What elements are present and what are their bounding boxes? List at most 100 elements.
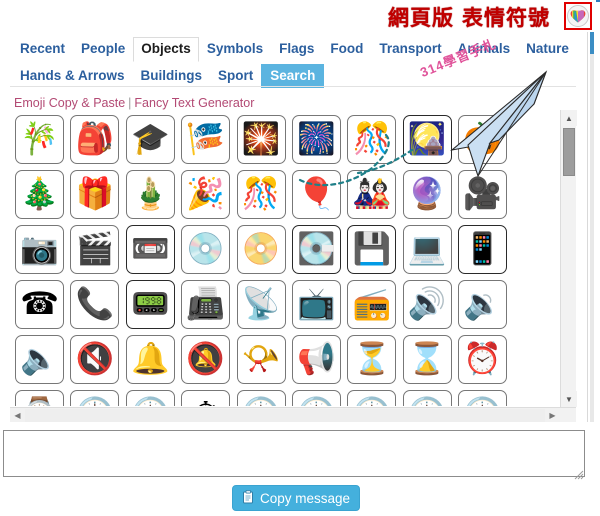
emoji-cell-satellite-antenna[interactable]: 📡 (236, 280, 286, 329)
tab-symbols[interactable]: Symbols (199, 37, 271, 62)
scroll-left-arrow-icon[interactable]: ◀ (10, 408, 25, 422)
emoji-cell-clock-twelve[interactable]: 🕛 (70, 390, 120, 407)
emoji-cell-clock-four[interactable]: 🕓 (347, 390, 397, 407)
emoji-cell-radio[interactable]: 📻 (347, 280, 397, 329)
emoji-cell-postal-horn[interactable]: 📯 (236, 335, 286, 384)
message-textarea[interactable] (3, 430, 585, 477)
emoji-cell-clock-six[interactable]: 🕕 (458, 390, 508, 406)
firework-sparkler-icon: 🎆 (297, 121, 336, 157)
rainbow-heart-icon-box[interactable] (564, 2, 592, 30)
tab-hands-and-arrows[interactable]: Hands & Arrows (12, 64, 133, 89)
clock-twelve-icon: 🕛 (76, 399, 115, 407)
emoji-cell-dvd[interactable]: 📀 (236, 225, 286, 274)
emoji-cell-clock-three[interactable]: 🕒 (291, 390, 341, 406)
emoji-cell-minidisc[interactable]: 💽 (291, 225, 341, 274)
clipboard-icon (242, 489, 255, 507)
tab-sport[interactable]: Sport (210, 64, 261, 89)
scroll-up-arrow-icon[interactable]: ▲ (561, 110, 577, 126)
loudspeaker-icon: 📢 (297, 341, 336, 377)
emoji-cell-balloon[interactable]: 🎈 (291, 170, 341, 219)
emoji-cell-pine-decoration[interactable]: 🎍 (125, 170, 175, 219)
hourglass-done-icon: ⌛ (407, 341, 447, 377)
emoji-grid-horizontal-scrollbar[interactable]: ◀ ▶ (10, 407, 576, 422)
tab-objects[interactable]: Objects (133, 37, 199, 62)
emoji-cell-crystal-ball[interactable]: 🔮 (402, 170, 452, 219)
nav-divider (10, 86, 576, 87)
emoji-cell-loudspeaker[interactable]: 📢 (291, 335, 341, 384)
tab-nature[interactable]: Nature (518, 37, 577, 62)
scrollbar-corner (560, 408, 576, 422)
emoji-grid-vertical-scrollbar[interactable]: ▲ ▼ (560, 110, 577, 407)
copy-message-button[interactable]: Copy message (232, 485, 360, 511)
emoji-cell-crossed-flags[interactable]: 🎎 (347, 170, 397, 219)
emoji-cell-christmas-tree[interactable]: 🎄 (15, 170, 64, 219)
emoji-cell-carp-streamer[interactable]: 🎏 (181, 115, 231, 164)
tab-transport[interactable]: Transport (371, 37, 449, 62)
scroll-down-arrow-icon[interactable]: ▼ (561, 391, 577, 407)
tab-food[interactable]: Food (322, 37, 371, 62)
tab-search[interactable]: Search (261, 63, 325, 88)
emoji-cell-speaker-high-volume[interactable]: 🔊 (402, 280, 452, 329)
emoji-cell-confetti-streamers[interactable]: 🎊 (236, 170, 286, 219)
emoji-cell-clock-one[interactable]: 🕐 (125, 390, 175, 406)
emoji-cell-clapper-board[interactable]: 🎬 (70, 225, 120, 274)
emoji-cell-clock-two[interactable]: 🕑 (236, 390, 286, 406)
emoji-cell-graduation-cap[interactable]: 🎓 (125, 115, 175, 164)
emoji-cell-bell-with-slash[interactable]: 🔕 (181, 335, 231, 384)
emoji-cell-clock-five[interactable]: 🕔 (402, 390, 452, 406)
emoji-cell-sparkler[interactable]: 🎇 (236, 115, 286, 164)
emoji-cell-telephone[interactable]: ☎ (15, 280, 64, 329)
radio-icon: 📻 (352, 286, 392, 322)
emoji-cell-pager[interactable]: 📟 (125, 280, 175, 329)
camera-icon: 📷 (20, 231, 59, 267)
emoji-cell-hourglass-done[interactable]: ⌛ (402, 335, 452, 384)
emoji-cell-wrapped-gift[interactable]: 🎁 (70, 170, 120, 219)
emoji-cell-camera[interactable]: 📷 (15, 225, 64, 274)
emoji-cell-jack-o-lantern[interactable]: 🎃 (458, 115, 508, 164)
emoji-cell-floppy-disk[interactable]: 💾 (347, 225, 397, 274)
jack-o-lantern-icon: 🎃 (463, 121, 502, 157)
page-header: 網頁版 表情符號 (0, 0, 600, 32)
emoji-cell-optical-disk[interactable]: 💿 (181, 225, 231, 274)
emoji-cell-watch[interactable]: ⌚ (15, 390, 64, 406)
emoji-cell-videocassette[interactable]: 📼 (125, 225, 175, 274)
tab-animals[interactable]: Animals (450, 37, 519, 62)
emoji-cell-alarm-clock[interactable]: ⏰ (458, 335, 508, 384)
tab-buildings[interactable]: Buildings (133, 64, 211, 89)
page-scroll-track[interactable] (590, 32, 594, 422)
satellite-antenna-icon: 📡 (241, 286, 281, 322)
clapper-board-icon: 🎬 (75, 231, 115, 267)
emoji-cell-firework-sparkler[interactable]: 🎆 (291, 115, 341, 164)
category-tabs: Recent People Objects Symbols Flags Food… (0, 32, 587, 88)
emoji-cell-bell[interactable]: 🔔 (125, 335, 175, 384)
stopwatch-icon: ⏱ (194, 399, 218, 407)
emoji-cell-speaker-medium-volume[interactable]: 🔉 (458, 280, 508, 329)
tab-recent[interactable]: Recent (12, 37, 73, 62)
emoji-cell-school-backpack[interactable]: 🎒 (70, 115, 120, 164)
link-emoji-copy-paste[interactable]: Emoji Copy & Paste (14, 96, 125, 110)
clock-four-icon: 🕓 (353, 399, 392, 407)
horizontal-scroll-track[interactable] (25, 409, 545, 422)
emoji-cell-laptop[interactable]: 💻 (402, 225, 452, 274)
emoji-cell-moon-viewing-ceremony[interactable]: 🎑 (402, 115, 452, 164)
emoji-cell-stopwatch[interactable]: ⏱ (181, 390, 231, 407)
emoji-cell-speaker-low-volume[interactable]: 🔈 (15, 335, 64, 384)
page-scroll-thumb[interactable] (590, 32, 594, 54)
emoji-cell-tanabata-tree[interactable]: 🎋 (15, 115, 64, 164)
emoji-cell-muted-speaker[interactable]: 🔇 (70, 335, 120, 384)
emoji-cell-confetti-ball[interactable]: 🎊 (347, 115, 397, 164)
emoji-cell-movie-camera[interactable]: 🎥 (458, 170, 508, 219)
emoji-cell-party-popper[interactable]: 🎉 (181, 170, 231, 219)
tab-people[interactable]: People (73, 37, 133, 62)
telephone-icon: ☎ (20, 286, 59, 322)
emoji-cell-fax-machine[interactable]: 📠 (181, 280, 231, 329)
tab-flags[interactable]: Flags (271, 37, 322, 62)
link-fancy-text-generator[interactable]: Fancy Text Generator (134, 96, 254, 110)
emoji-cell-telephone-receiver[interactable]: 📞 (70, 280, 120, 329)
scroll-right-arrow-icon[interactable]: ▶ (545, 408, 560, 422)
vertical-scroll-thumb[interactable] (563, 128, 575, 176)
emoji-cell-hourglass-flowing[interactable]: ⏳ (347, 335, 397, 384)
emoji-cell-television[interactable]: 📺 (291, 280, 341, 329)
confetti-streamers-icon: 🎊 (241, 176, 281, 212)
emoji-cell-mobile-phone[interactable]: 📱 (458, 225, 508, 274)
